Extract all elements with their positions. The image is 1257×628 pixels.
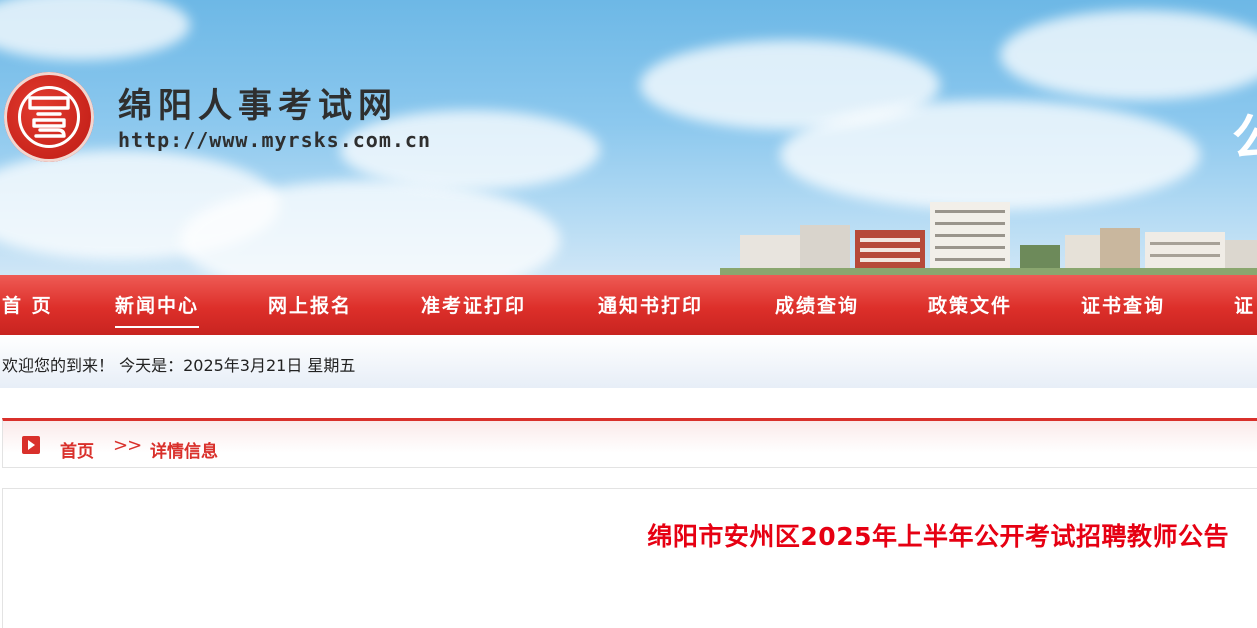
nav-item-online-registration[interactable]: 网上报名	[268, 291, 352, 318]
breadcrumb-separator: >>	[113, 435, 142, 456]
site-name: 绵阳人事考试网	[118, 86, 398, 126]
article-title: 绵阳市安州区2025年上半年公开考试招聘教师公告	[647, 522, 1229, 551]
city-skyline-illustration	[720, 202, 1257, 275]
nav-item-score-query[interactable]: 成绩查询	[775, 291, 859, 318]
site-banner: 绵阳人事考试网 http://www.myrsks.com.cn 公	[0, 0, 1257, 275]
logo-seal-glyph	[28, 96, 70, 138]
breadcrumb: 首页 >> 详情信息	[2, 418, 1257, 468]
welcome-date-text: 欢迎您的到来！ 今天是：2025年3月21日 星期五	[2, 356, 356, 375]
banner-cloud	[0, 0, 190, 60]
article-container: 绵阳市安州区2025年上半年公开考试招聘教师公告	[2, 488, 1257, 628]
banner-slogan-fragment: 公	[1232, 98, 1257, 170]
nav-item-policy-documents[interactable]: 政策文件	[928, 291, 1012, 318]
nav-item-home[interactable]: 首 页	[2, 291, 53, 318]
banner-cloud	[1000, 10, 1257, 100]
breadcrumb-current: 详情信息	[150, 442, 218, 462]
nav-item-notice-print[interactable]: 通知书打印	[598, 291, 703, 318]
nav-item-admission-ticket[interactable]: 准考证打印	[421, 291, 526, 318]
site-url: http://www.myrsks.com.cn	[118, 128, 431, 152]
main-nav: 首 页 新闻中心 网上报名 准考证打印 通知书打印 成绩查询 政策文件 证书查询…	[0, 275, 1257, 335]
nav-item-overflow[interactable]: 证	[1234, 291, 1255, 318]
site-logo[interactable]	[4, 72, 94, 162]
welcome-bar: 欢迎您的到来！ 今天是：2025年3月21日 星期五	[0, 335, 1257, 388]
breadcrumb-home-link[interactable]: 首页	[60, 437, 94, 462]
nav-item-certificate-query[interactable]: 证书查询	[1081, 291, 1165, 318]
nav-item-news[interactable]: 新闻中心	[115, 291, 200, 328]
play-arrow-icon	[22, 436, 40, 454]
